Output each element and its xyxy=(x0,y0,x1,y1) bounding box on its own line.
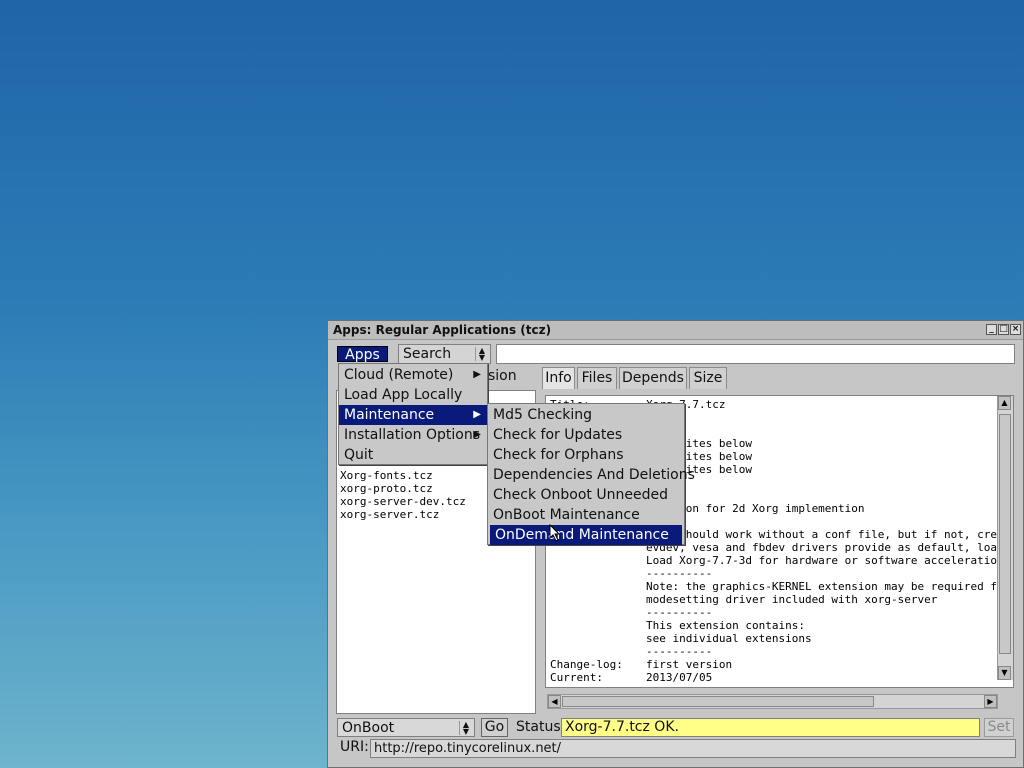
info-value: Note: the graphics-KERNEL extension may … xyxy=(646,580,1014,593)
info-value: This extension contains: xyxy=(646,619,805,632)
close-icon[interactable]: × xyxy=(1010,324,1021,335)
info-line: see individual extensions xyxy=(550,632,812,645)
apps-menu-button[interactable]: Apps xyxy=(337,346,388,363)
info-line: ---------- xyxy=(550,606,712,619)
scroll-thumb[interactable] xyxy=(562,696,874,707)
menu-item-label: Cloud (Remote) xyxy=(344,367,454,383)
tab-size[interactable]: Size xyxy=(689,367,727,389)
tab-depends[interactable]: Depends xyxy=(619,367,687,389)
search-mode-value: Search xyxy=(403,346,452,362)
tab-files[interactable]: Files xyxy=(577,367,617,389)
search-mode-select[interactable]: Search ▲ ▼ xyxy=(398,344,491,364)
menu-item-maintenance[interactable]: Maintenance ▶ xyxy=(339,405,487,425)
list-column-header: sion xyxy=(488,368,517,384)
info-key: Current: xyxy=(550,671,603,684)
go-button[interactable]: Go xyxy=(481,718,508,737)
info-vertical-scrollbar[interactable]: ▲ ▼ xyxy=(997,396,1013,680)
menu-item-cloud-remote[interactable]: Cloud (Remote) ▶ xyxy=(339,365,487,385)
minimize-icon[interactable]: _ xyxy=(986,324,997,335)
menu-item-check-for-orphans[interactable]: Check for Orphans xyxy=(488,445,684,465)
info-line: modesetting driver included with xorg-se… xyxy=(550,593,937,606)
uri-field[interactable]: http://repo.tinycorelinux.net/ xyxy=(370,739,1016,758)
scroll-down-icon[interactable]: ▼ xyxy=(998,666,1011,680)
submenu-arrow-icon: ▶ xyxy=(473,369,481,380)
scroll-thumb[interactable] xyxy=(999,414,1011,654)
info-line: ---------- xyxy=(550,567,712,580)
info-line: Note: the graphics-KERNEL extension may … xyxy=(550,580,1014,593)
menu-item-onboot-maintenance[interactable]: OnBoot Maintenance xyxy=(488,505,684,525)
set-button[interactable]: Set xyxy=(984,718,1014,737)
scroll-up-icon[interactable]: ▲ xyxy=(998,396,1011,410)
apps-dropdown-menu: Cloud (Remote) ▶ Load App Locally Mainten… xyxy=(338,363,488,465)
menu-item-installation-options[interactable]: Installation Options ▶ xyxy=(339,425,487,445)
updown-icon: ▲ ▼ xyxy=(475,347,488,362)
search-input[interactable] xyxy=(496,344,1015,364)
info-line: Current: 2013/07/05 xyxy=(550,671,712,684)
info-value: first version xyxy=(646,658,733,671)
info-value: modesetting driver included with xorg-se… xyxy=(646,593,938,606)
info-value: evdev, vesa and fbdev drivers provide as… xyxy=(646,541,1014,554)
status-field: Xorg-7.7.tcz OK. xyxy=(561,718,980,737)
tab-info[interactable]: Info xyxy=(542,367,575,389)
updown-icon: ▲ ▼ xyxy=(459,721,472,736)
menu-item-load-app-locally[interactable]: Load App Locally xyxy=(339,385,487,405)
menu-item-md5-checking[interactable]: Md5 Checking xyxy=(488,405,684,425)
scroll-right-icon[interactable]: ▶ xyxy=(984,695,997,708)
submenu-arrow-icon: ▶ xyxy=(473,409,481,420)
menu-item-quit[interactable]: Quit xyxy=(339,445,487,465)
menu-item-label: Maintenance xyxy=(344,407,435,423)
maintenance-submenu: Md5 Checking Check for Updates Check for… xyxy=(487,403,695,545)
window-titlebar[interactable]: Apps: Regular Applications (tcz) _ □ × xyxy=(328,321,1023,340)
info-value: see individual extensions xyxy=(646,632,812,645)
info-line: Change-log: first version xyxy=(550,658,732,671)
menu-item-label: Load App Locally xyxy=(344,387,463,403)
info-horizontal-scrollbar[interactable]: ◀ ▶ xyxy=(547,694,998,709)
info-line: This extension contains: xyxy=(550,619,805,632)
menu-item-check-onboot-unneeded[interactable]: Check Onboot Unneeded xyxy=(488,485,684,505)
menu-item-check-for-updates[interactable]: Check for Updates xyxy=(488,425,684,445)
scroll-left-icon[interactable]: ◀ xyxy=(548,695,561,708)
maximize-icon[interactable]: □ xyxy=(998,324,1009,335)
submenu-arrow-icon: ▶ xyxy=(473,429,481,440)
info-value: ---------- xyxy=(646,567,713,580)
status-label: Status xyxy=(516,719,561,735)
menu-item-label: Installation Options xyxy=(344,427,481,443)
info-value: ---------- xyxy=(646,645,713,658)
info-line: Load Xorg-7.7-3d for hardware or softwar… xyxy=(550,554,1010,567)
window-title: Apps: Regular Applications (tcz) xyxy=(333,323,552,337)
menu-item-ondemand-maintenance[interactable]: OnDemand Maintenance xyxy=(490,525,682,545)
info-key: Change-log: xyxy=(550,658,623,671)
info-value: ---------- xyxy=(646,606,713,619)
info-value: Load Xorg-7.7-3d for hardware or softwar… xyxy=(646,554,1011,567)
install-mode-value: OnBoot xyxy=(342,720,395,736)
menu-item-label: Quit xyxy=(344,447,374,463)
install-mode-select[interactable]: OnBoot ▲ ▼ xyxy=(337,718,475,737)
window-controls: _ □ × xyxy=(986,324,1021,335)
uri-label: URI: xyxy=(340,739,369,755)
menu-item-dependencies-and-deletions[interactable]: Dependencies And Deletions xyxy=(488,465,695,485)
mouse-pointer-icon xyxy=(549,524,561,542)
info-value: 2013/07/05 xyxy=(646,671,713,684)
info-value: This should work without a conf file, bu… xyxy=(646,528,1014,541)
info-line: ---------- xyxy=(550,645,712,658)
